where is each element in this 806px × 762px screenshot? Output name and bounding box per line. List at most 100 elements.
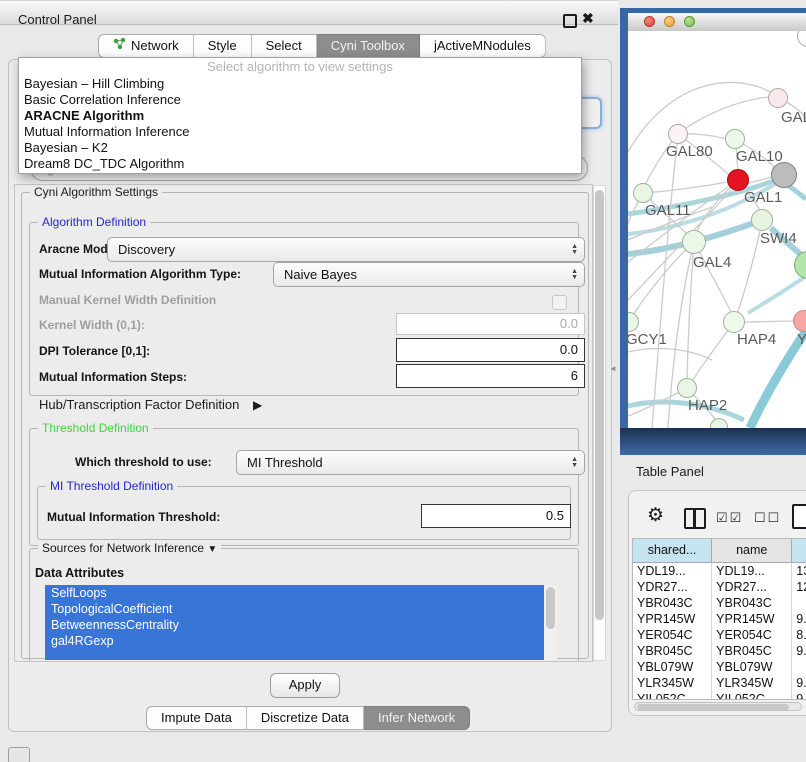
network-canvas[interactable]: GALGAL80GAL10GAL1SWI4GAL11GAL4GCY1HAP4YH… bbox=[628, 31, 806, 428]
node-gal4[interactable] bbox=[682, 230, 706, 254]
mi-type-combo[interactable]: Naive Bayes ▲▼ bbox=[273, 262, 585, 287]
node-gal10[interactable] bbox=[725, 129, 745, 149]
aracne-mode-combo[interactable]: Discovery ▲▼ bbox=[107, 237, 585, 262]
dropdown-item-mutual-information-inference[interactable]: Mutual Information Inference bbox=[19, 124, 581, 140]
node-hap4[interactable] bbox=[723, 311, 745, 333]
table-cell: YPR145W bbox=[712, 611, 792, 627]
table-body: YDL19...YDL19...13YDR27...YDR27...12YBR0… bbox=[633, 563, 806, 700]
document-icon[interactable] bbox=[792, 504, 806, 529]
aracne-mode-value: Discovery bbox=[118, 242, 175, 257]
table-cell bbox=[792, 659, 806, 675]
table-row[interactable]: YER054CYER054C8. bbox=[633, 627, 806, 643]
attr-item-gal4rgexp[interactable]: gal4RGexp bbox=[45, 633, 557, 649]
network-window-titlebar[interactable] bbox=[628, 13, 806, 32]
settings-scroll-area: Cyni Algorithm Settings Algorithm Defini… bbox=[14, 184, 593, 662]
column-header-name[interactable]: name bbox=[712, 539, 792, 562]
node-label-gal: GAL bbox=[781, 109, 806, 126]
table-row[interactable]: YLR345WYLR345W9. bbox=[633, 675, 806, 691]
table-cell: 9. bbox=[792, 611, 806, 627]
minimized-panel-button[interactable] bbox=[8, 747, 30, 762]
collapse-arrow-icon: ▼ bbox=[207, 544, 217, 555]
table-row[interactable]: YIL052CYIL052C9. bbox=[633, 691, 806, 700]
bottom-tab-bar: Impute DataDiscretize DataInfer Network bbox=[146, 706, 470, 730]
table-row[interactable]: YDR27...YDR27...12 bbox=[633, 579, 806, 595]
attr-item-selfloops[interactable]: SelfLoops bbox=[45, 585, 557, 601]
scrollbar-thumb[interactable] bbox=[546, 587, 555, 629]
kernel-width-field[interactable]: 0.0 bbox=[396, 313, 585, 335]
dropdown-item-bayesian-hill-climbing[interactable]: Bayesian – Hill Climbing bbox=[19, 76, 581, 92]
table-row[interactable]: YBR043CYBR043C bbox=[633, 595, 806, 611]
table-horizontal-scrollbar[interactable] bbox=[634, 702, 802, 711]
table-cell: 9. bbox=[792, 643, 806, 659]
sources-group-title[interactable]: Sources for Network Inference ▼ bbox=[38, 541, 221, 555]
tab-network[interactable]: Network bbox=[98, 34, 194, 58]
manual-kernel-checkbox[interactable] bbox=[552, 295, 567, 310]
dropdown-item-bayesian-k2[interactable]: Bayesian – K2 bbox=[19, 140, 581, 156]
tab-impute-data[interactable]: Impute Data bbox=[146, 706, 247, 730]
cyni-algorithm-settings-title: Cyni Algorithm Settings bbox=[30, 185, 162, 199]
node-gal11[interactable] bbox=[633, 183, 653, 203]
dropdown-item-aracne-algorithm[interactable]: ARACNE Algorithm bbox=[19, 108, 581, 124]
split-pane-collapse-icon[interactable]: ◄ bbox=[609, 364, 617, 373]
node-gal-pink[interactable] bbox=[768, 88, 788, 108]
apply-button[interactable]: Apply bbox=[270, 673, 340, 698]
tab-style[interactable]: Style bbox=[194, 34, 252, 58]
node-gal1-red[interactable] bbox=[727, 169, 749, 191]
mi-steps-field[interactable]: 6 bbox=[396, 364, 585, 388]
mi-threshold-label: Mutual Information Threshold: bbox=[47, 510, 220, 524]
attribute-list-scrollbar[interactable] bbox=[544, 585, 557, 660]
threshold-definition-title: Threshold Definition bbox=[38, 421, 153, 435]
columns-icon[interactable] bbox=[684, 508, 706, 529]
table-cell: YBL079W bbox=[633, 659, 712, 675]
attr-item-topologicalcoefficient[interactable]: TopologicalCoefficient bbox=[45, 601, 557, 617]
attr-item-betweennesscentrality[interactable]: BetweennessCentrality bbox=[45, 617, 557, 633]
mi-threshold-field[interactable]: 0.5 bbox=[421, 504, 571, 528]
tab-infer-network[interactable]: Infer Network bbox=[364, 706, 470, 730]
manual-kernel-label: Manual Kernel Width Definition bbox=[39, 293, 216, 307]
minimize-traffic-light-icon[interactable] bbox=[664, 16, 675, 27]
tab-jactivemnodules[interactable]: jActiveMNodules bbox=[420, 34, 546, 58]
close-panel-icon[interactable]: ✖ bbox=[582, 10, 594, 27]
dropdown-item-basic-correlation-inference[interactable]: Basic Correlation Inference bbox=[19, 92, 581, 108]
node-attribute-table[interactable]: shared...name YDL19...YDL19...13YDR27...… bbox=[632, 538, 806, 700]
table-row[interactable]: YPR145WYPR145W9. bbox=[633, 611, 806, 627]
node-gal80[interactable] bbox=[668, 124, 688, 144]
table-cell: YBR043C bbox=[633, 595, 712, 611]
table-row[interactable]: YDL19...YDL19...13 bbox=[633, 563, 806, 579]
zoom-traffic-light-icon[interactable] bbox=[684, 16, 695, 27]
gear-icon[interactable]: ⚙ bbox=[647, 504, 664, 527]
node-label-gal1: GAL1 bbox=[744, 189, 782, 206]
table-cell: YBL079W bbox=[712, 659, 792, 675]
node-hap2[interactable] bbox=[677, 378, 697, 398]
table-cell: YDR27... bbox=[633, 579, 712, 595]
node-label-swi4: SWI4 bbox=[760, 230, 797, 247]
which-threshold-combo[interactable]: MI Threshold ▲▼ bbox=[236, 450, 585, 475]
node-gray[interactable] bbox=[771, 162, 797, 188]
tab-discretize-data[interactable]: Discretize Data bbox=[247, 706, 364, 730]
table-row[interactable]: YBR045CYBR045C9. bbox=[633, 643, 806, 659]
float-panel-icon[interactable] bbox=[563, 14, 577, 28]
algorithm-definition-title: Algorithm Definition bbox=[38, 215, 150, 229]
dpi-tolerance-field[interactable]: 0.0 bbox=[396, 338, 585, 362]
scrollbar-thumb[interactable] bbox=[637, 704, 789, 710]
column-header-shared[interactable]: shared... bbox=[633, 539, 712, 562]
close-traffic-light-icon[interactable] bbox=[644, 16, 655, 27]
table-cell: YLR345W bbox=[633, 675, 712, 691]
select-all-checkboxes-icon[interactable]: ☑☑ bbox=[716, 510, 743, 526]
table-row[interactable]: YBL079WYBL079W bbox=[633, 659, 806, 675]
which-threshold-value: MI Threshold bbox=[247, 455, 323, 470]
tab-cyni-toolbox[interactable]: Cyni Toolbox bbox=[317, 34, 420, 58]
combo-arrows-icon: ▲▼ bbox=[571, 238, 578, 261]
attr-item-partial[interactable] bbox=[45, 649, 557, 660]
table-cell: YER054C bbox=[633, 627, 712, 643]
column-header-partial[interactable] bbox=[792, 539, 806, 562]
settings-scrollbar-thumb[interactable] bbox=[595, 190, 604, 620]
node-swi4[interactable] bbox=[751, 209, 773, 231]
combo-arrows-icon: ▲▼ bbox=[571, 263, 578, 286]
mi-steps-label: Mutual Information Steps: bbox=[39, 370, 187, 384]
table-cell: YBR043C bbox=[712, 595, 792, 611]
dropdown-item-dream8-dc-tdc-algorithm[interactable]: Dream8 DC_TDC Algorithm bbox=[19, 156, 581, 172]
hub-definition-expander[interactable]: Hub/Transcription Factor Definition ▶ bbox=[39, 397, 262, 412]
tab-select[interactable]: Select bbox=[252, 34, 317, 58]
deselect-all-checkboxes-icon[interactable]: ☐☐ bbox=[754, 510, 781, 526]
